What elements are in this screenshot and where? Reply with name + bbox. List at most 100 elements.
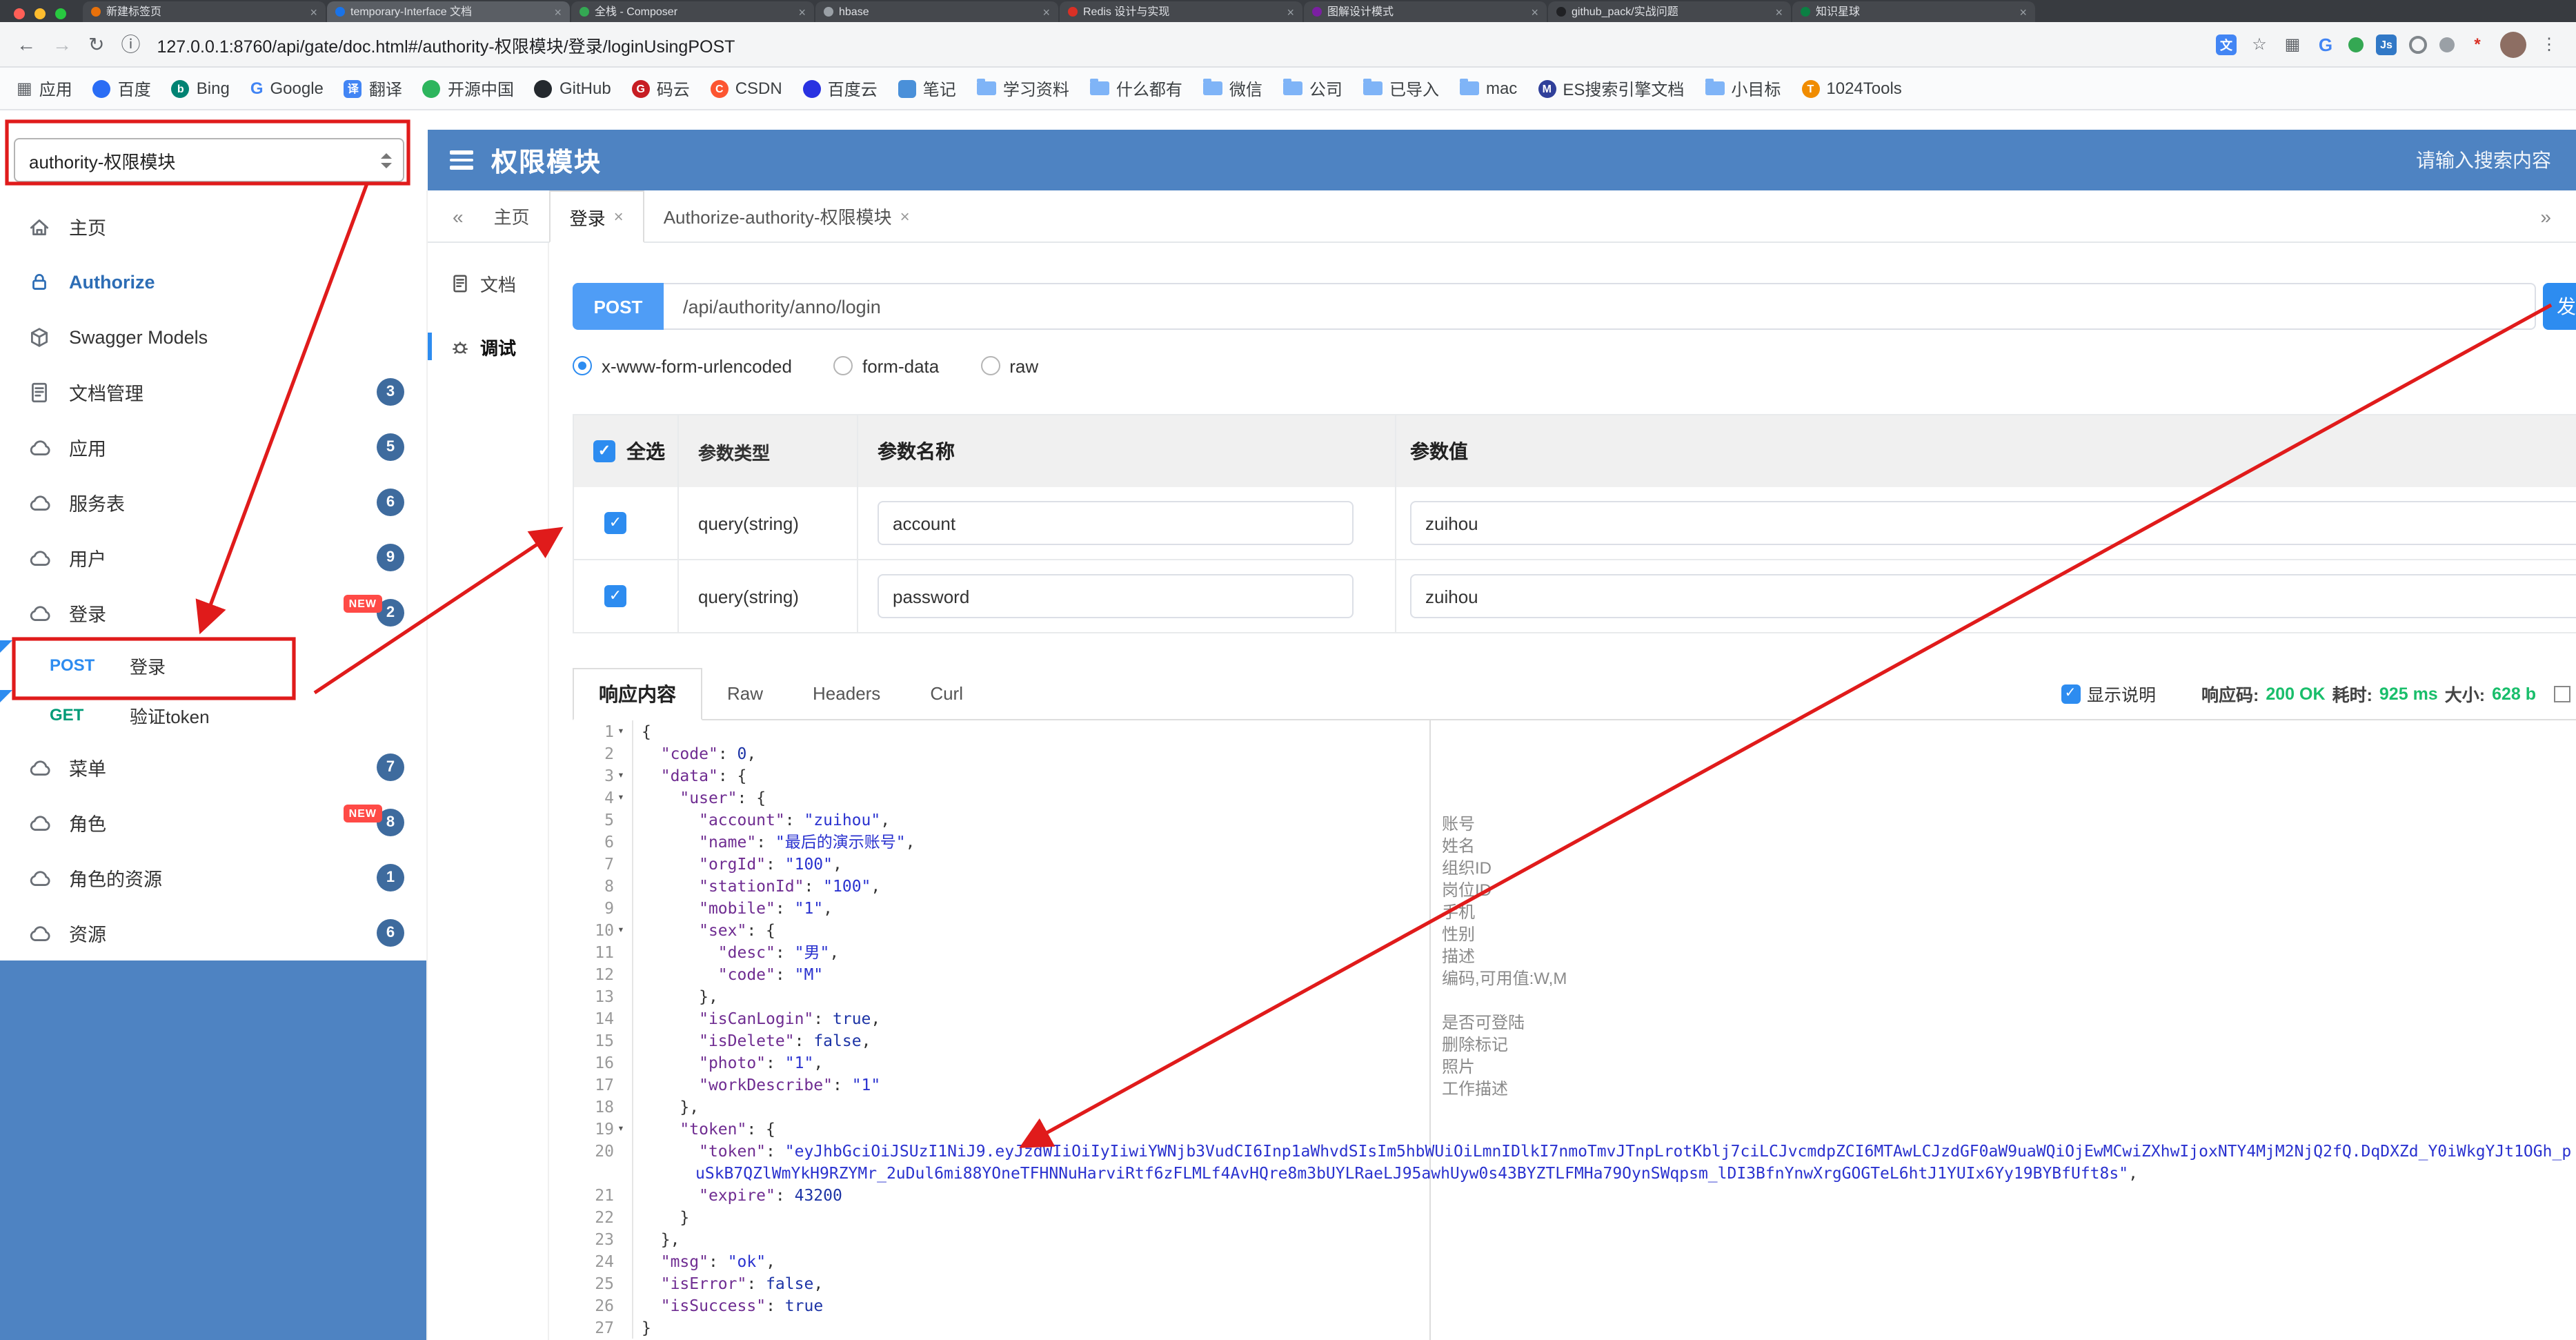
reload-icon[interactable]: ↻ (88, 32, 104, 56)
param-name-input[interactable]: account (878, 501, 1354, 545)
param-name-input[interactable]: password (878, 574, 1354, 618)
content-type-option[interactable]: raw (980, 355, 1038, 376)
chrome-menu-icon[interactable]: ⋮ (2539, 34, 2559, 55)
show-description-checkbox[interactable]: ✓ (2061, 684, 2080, 703)
sidebar-endpoint-get-验证token[interactable]: GET 验证token (0, 690, 426, 740)
close-window-icon[interactable] (14, 8, 25, 19)
tab-close-icon[interactable]: × (798, 5, 806, 19)
response-tab-响应内容[interactable]: 响应内容 (573, 668, 702, 720)
window-controls[interactable] (14, 8, 66, 19)
sidebar-item-Authorize[interactable]: Authorize (0, 254, 426, 309)
sidebar-item-Swagger Models[interactable]: Swagger Models (0, 309, 426, 364)
rail-item-调试[interactable]: 调试 (428, 326, 548, 367)
send-button[interactable]: 发送 (2543, 283, 2576, 330)
sidebar-item-主页[interactable]: 主页 (0, 199, 426, 254)
translate-icon[interactable]: 文 (2216, 34, 2237, 55)
fold-toggle-icon[interactable]: ▾ (614, 1118, 628, 1140)
bookmark-item[interactable]: M ES搜索引擎文档 (1538, 77, 1684, 100)
sidebar-item-应用[interactable]: 应用 5 (0, 420, 426, 475)
sidebar-item-文档管理[interactable]: 文档管理 3 (0, 364, 426, 420)
sidebar-endpoint-post-登录[interactable]: POST 登录 (0, 640, 426, 690)
radio-icon[interactable] (833, 356, 853, 375)
menu-toggle-icon[interactable] (450, 150, 473, 170)
address-input[interactable]: 127.0.0.1:8760/api/gate/doc.html#/author… (157, 31, 2199, 57)
browser-tab[interactable]: 知识星球 × (1792, 1, 2035, 22)
bookmark-item[interactable]: 小目标 (1705, 77, 1781, 100)
bookmark-item[interactable]: 什么都有 (1089, 77, 1182, 100)
api-group-select[interactable]: authority-权限模块 (14, 138, 404, 182)
bookmark-item[interactable]: T 1024Tools (1801, 79, 1902, 98)
sidebar-item-角色[interactable]: 角色 NEW 8 (0, 795, 426, 850)
forward-icon[interactable]: → (52, 33, 72, 55)
browser-tab[interactable]: Redis 设计与实现 × (1060, 1, 1302, 22)
tab-close-icon[interactable]: × (2019, 5, 2027, 19)
bookmark-item[interactable]: b Bing (171, 79, 230, 98)
tab-close-icon[interactable]: × (1042, 5, 1050, 19)
tabs-scroll-left-icon[interactable]: « (442, 205, 475, 227)
extension-shield-icon[interactable] (2439, 37, 2455, 52)
sidebar-item-菜单[interactable]: 菜单 7 (0, 740, 426, 795)
bookmark-item[interactable]: GitHub (534, 79, 611, 98)
extension-g-icon[interactable]: G (2315, 34, 2336, 55)
bookmark-item[interactable]: 笔记 (898, 77, 956, 100)
rail-item-文档[interactable]: 文档 (428, 262, 548, 304)
sidebar-item-登录[interactable]: 登录 NEW 2 (0, 585, 426, 640)
radio-icon[interactable] (980, 356, 1000, 375)
content-type-option[interactable]: form-data (833, 355, 939, 376)
tab-主页[interactable]: 主页 (475, 190, 549, 242)
content-type-option[interactable]: x-www-form-urlencoded (573, 355, 792, 376)
sidebar-item-资源[interactable]: 资源 6 (0, 905, 426, 960)
bookmark-item[interactable]: 译翻译 (344, 77, 402, 100)
tab-close-icon[interactable]: × (900, 206, 910, 226)
extension-green-icon[interactable] (2348, 37, 2364, 52)
fullscreen-icon[interactable] (2554, 685, 2570, 702)
response-tab-Curl[interactable]: Curl (905, 668, 988, 719)
extension-ring-icon[interactable] (2409, 35, 2427, 53)
tab-close-icon[interactable]: × (614, 207, 624, 226)
sidebar-item-角色的资源[interactable]: 角色的资源 1 (0, 850, 426, 905)
endpoint-path-input[interactable]: /api/authority/anno/login (664, 283, 2536, 330)
browser-tab[interactable]: 图解设计模式 × (1304, 1, 1547, 22)
browser-tab[interactable]: temporary-Interface 文档 × (327, 1, 570, 22)
fold-toggle-icon[interactable]: ▾ (614, 720, 628, 742)
param-value-input[interactable]: zuihou (1410, 574, 2576, 618)
extension-js-icon[interactable]: Js (2376, 34, 2397, 55)
bookmark-item[interactable]: G 码云 (631, 77, 690, 100)
maximize-window-icon[interactable] (55, 8, 66, 19)
sidebar-item-服务表[interactable]: 服务表 6 (0, 475, 426, 530)
tab-登录[interactable]: 登录 × (548, 190, 644, 243)
bookmark-item[interactable]: C CSDN (710, 79, 782, 98)
bookmark-item[interactable]: mac (1459, 79, 1517, 98)
search-input[interactable]: 请输入搜索内容 (2416, 146, 2551, 174)
bookmark-item[interactable]: 已导入 (1363, 77, 1439, 100)
bookmark-item[interactable]: 公司 (1282, 77, 1343, 100)
profile-avatar[interactable] (2500, 31, 2526, 57)
tab-close-icon[interactable]: × (1531, 5, 1538, 19)
bookmark-item[interactable]: 百度 (92, 77, 151, 100)
site-info-icon[interactable]: ⓘ (121, 30, 140, 58)
bookmark-item[interactable]: 开源中国 (422, 77, 514, 100)
extension-red-icon[interactable]: * (2467, 34, 2488, 55)
response-tab-Headers[interactable]: Headers (788, 668, 905, 719)
minimize-window-icon[interactable] (34, 8, 46, 19)
sidebar-item-用户[interactable]: 用户 9 (0, 530, 426, 585)
fold-toggle-icon[interactable]: ▾ (614, 765, 628, 787)
bookmark-item[interactable]: 学习资料 (976, 77, 1069, 100)
tab-close-icon[interactable]: × (310, 5, 317, 19)
tab-close-icon[interactable]: × (1287, 5, 1294, 19)
bookmark-star-icon[interactable]: ☆ (2249, 34, 2270, 55)
tab-Authorize-authority-权限模块[interactable]: Authorize-authority-权限模块 × (644, 190, 929, 242)
bookmark-item[interactable]: 微信 (1202, 77, 1262, 100)
bookmark-item[interactable]: 百度云 (802, 77, 878, 100)
back-icon[interactable]: ← (17, 33, 36, 55)
browser-tab[interactable]: hbase × (815, 1, 1058, 22)
response-tab-Raw[interactable]: Raw (702, 668, 788, 719)
tab-close-icon[interactable]: × (554, 5, 562, 19)
row-checkbox[interactable]: ✓ (604, 585, 626, 607)
fold-toggle-icon[interactable]: ▾ (614, 787, 628, 809)
select-all-checkbox[interactable]: ✓ (593, 440, 615, 462)
tab-close-icon[interactable]: × (1775, 5, 1783, 19)
browser-tab[interactable]: github_pack/实战问题 × (1548, 1, 1791, 22)
tabs-scroll-right-icon[interactable]: » (2529, 205, 2562, 227)
extension-grid-icon[interactable]: ▦ (2282, 34, 2303, 55)
